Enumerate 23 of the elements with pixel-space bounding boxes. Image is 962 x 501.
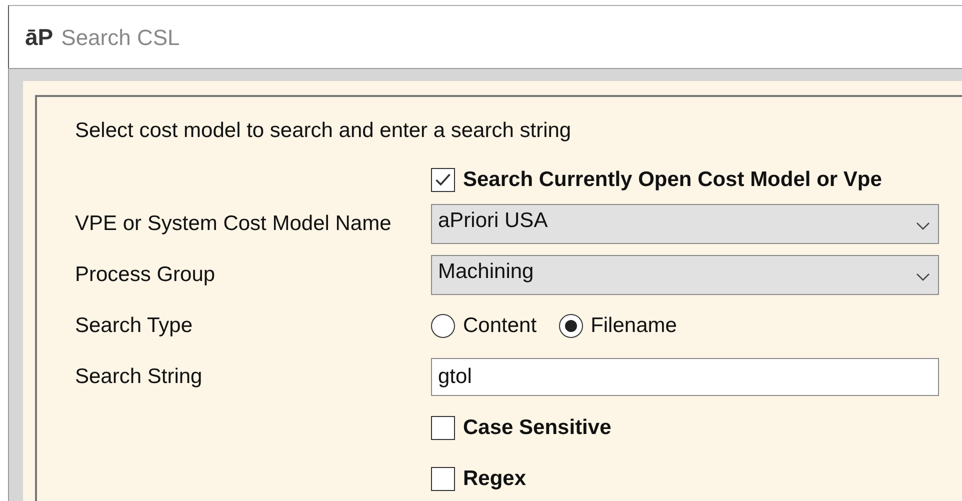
- field-label: Process Group: [75, 263, 216, 286]
- radio-label: Filename: [590, 313, 677, 340]
- instruction-text: Select cost model to search and enter a search string: [75, 118, 572, 144]
- window-title: Search CSL: [61, 24, 180, 52]
- radio-button[interactable]: [431, 314, 455, 338]
- radio-button[interactable]: [558, 314, 583, 338]
- field-label: Search Type: [75, 314, 193, 338]
- dropdown[interactable]: aPriori USA: [431, 204, 939, 244]
- checkbox[interactable]: [431, 416, 455, 440]
- checkmark-icon: [434, 171, 452, 189]
- field-label: Search String: [75, 365, 202, 388]
- checkbox-label: Case Sensitive: [463, 415, 612, 442]
- radio-label: Content: [463, 313, 537, 340]
- checkbox-label: Search Currently Open Cost Model or Vpe: [463, 167, 882, 194]
- chevron-down-icon: [916, 273, 930, 281]
- checkbox-label: Regex: [463, 466, 526, 492]
- chevron-down-icon: [916, 222, 930, 230]
- dropdown[interactable]: Machining: [431, 255, 939, 295]
- field-label: VPE or System Cost Model Name: [75, 212, 392, 236]
- app-logo: āP: [25, 22, 54, 52]
- checkbox[interactable]: [431, 467, 455, 491]
- text-field[interactable]: gtol: [431, 358, 939, 396]
- checkbox[interactable]: [431, 168, 455, 192]
